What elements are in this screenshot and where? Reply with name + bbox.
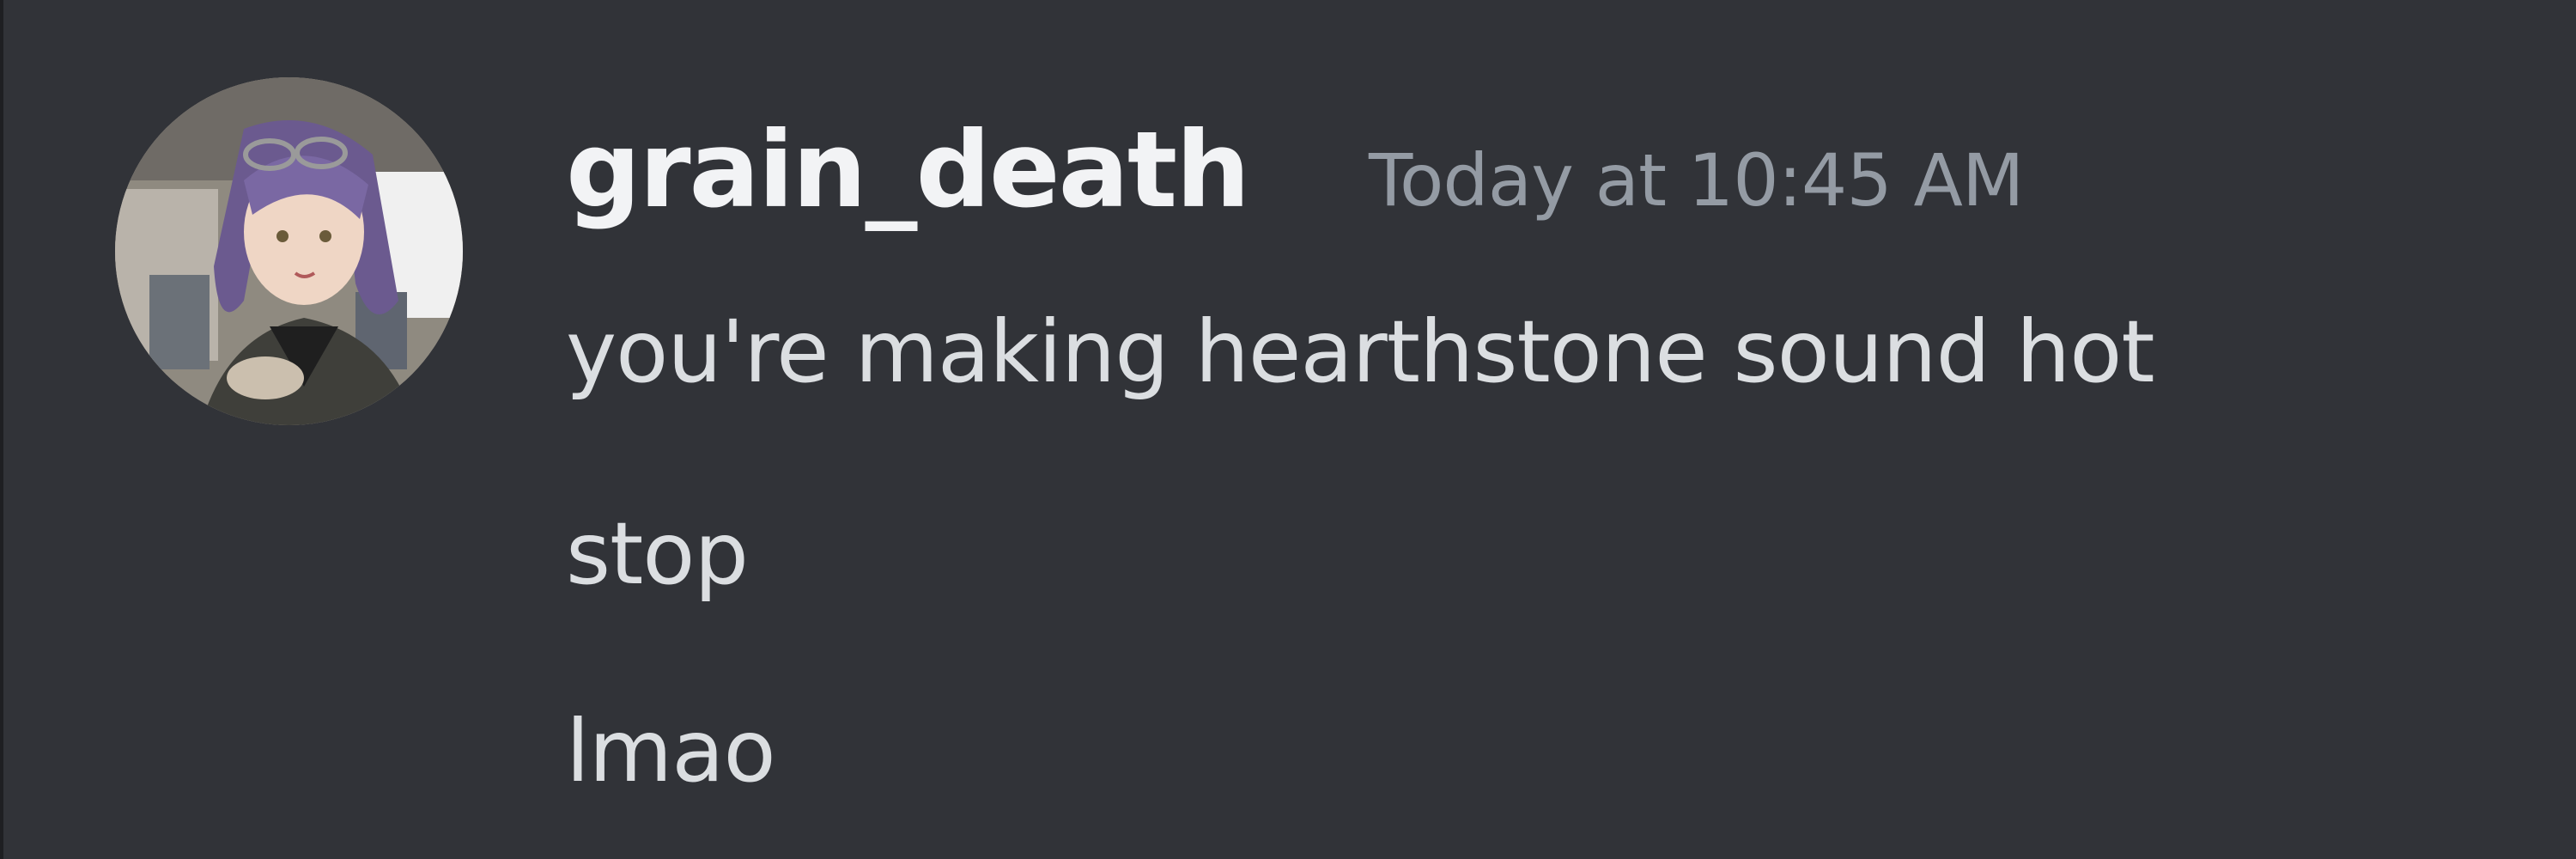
avatar-illustration xyxy=(115,77,463,425)
message-timestamp[interactable]: Today at 10:45 AM xyxy=(1369,129,2024,232)
message-line: lmao xyxy=(566,701,776,801)
username[interactable]: grain_death xyxy=(566,101,1250,239)
message-group: grain_death Today at 10:45 AM you're mak… xyxy=(3,0,2576,859)
chat-pane: grain_death Today at 10:45 AM you're mak… xyxy=(0,0,2576,859)
message-line: stop xyxy=(566,503,749,604)
user-avatar[interactable] xyxy=(115,77,463,425)
message-line: you're making hearthstone sound hot xyxy=(566,302,2155,402)
